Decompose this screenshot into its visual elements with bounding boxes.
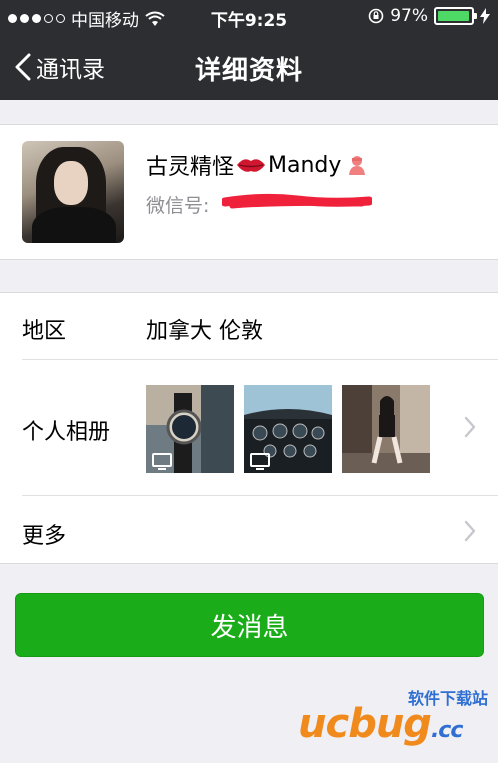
- album-photo[interactable]: [146, 385, 234, 473]
- site-watermark: 软件下载站 ucbug.cc: [298, 685, 488, 747]
- rotation-lock-icon: [368, 8, 384, 24]
- album-photo[interactable]: [342, 385, 430, 473]
- status-right: 97%: [368, 6, 490, 26]
- region-value: 加拿大 伦敦: [146, 319, 263, 344]
- watermark-logo: ucbug.cc: [298, 701, 463, 747]
- charging-icon: [480, 8, 490, 24]
- lips-emoji-icon: [237, 159, 266, 172]
- navigation-bar: 通讯录 详细资料: [0, 32, 498, 100]
- region-row: 地区 加拿大 伦敦: [0, 293, 498, 359]
- album-photo-image: [342, 385, 430, 473]
- contact-name-text: 古灵精怪: [146, 155, 235, 180]
- female-gender-icon: [349, 156, 366, 175]
- battery-icon: [434, 7, 477, 25]
- region-label: 地区: [22, 319, 67, 344]
- contact-name-suffix: Mandy: [268, 152, 342, 178]
- send-message-button[interactable]: 发消息: [15, 593, 484, 657]
- album-label: 个人相册: [22, 420, 111, 445]
- video-icon: [152, 453, 172, 470]
- more-label: 更多: [22, 524, 67, 549]
- status-bar: 中国移动 下午9:25 97%: [0, 0, 498, 32]
- avatar[interactable]: [22, 141, 124, 243]
- album-photo[interactable]: [244, 385, 332, 473]
- wechat-id-label: 微信号:: [146, 195, 210, 217]
- watermark-logo-suffix: .cc: [430, 718, 463, 743]
- more-row[interactable]: 更多: [0, 496, 498, 564]
- details-card: 地区 加拿大 伦敦 个人相册 更多: [0, 292, 498, 564]
- chevron-right-icon: [464, 416, 476, 438]
- battery-percent: 97%: [390, 6, 428, 26]
- chevron-right-icon: [464, 520, 476, 542]
- watermark-logo-text: ucbug: [298, 701, 432, 747]
- video-icon: [250, 453, 270, 470]
- page-title: 详细资料: [194, 56, 303, 86]
- battery-fill: [438, 11, 470, 21]
- contact-name: 古灵精怪 Mandy: [146, 149, 367, 181]
- redaction-mark: [222, 193, 372, 209]
